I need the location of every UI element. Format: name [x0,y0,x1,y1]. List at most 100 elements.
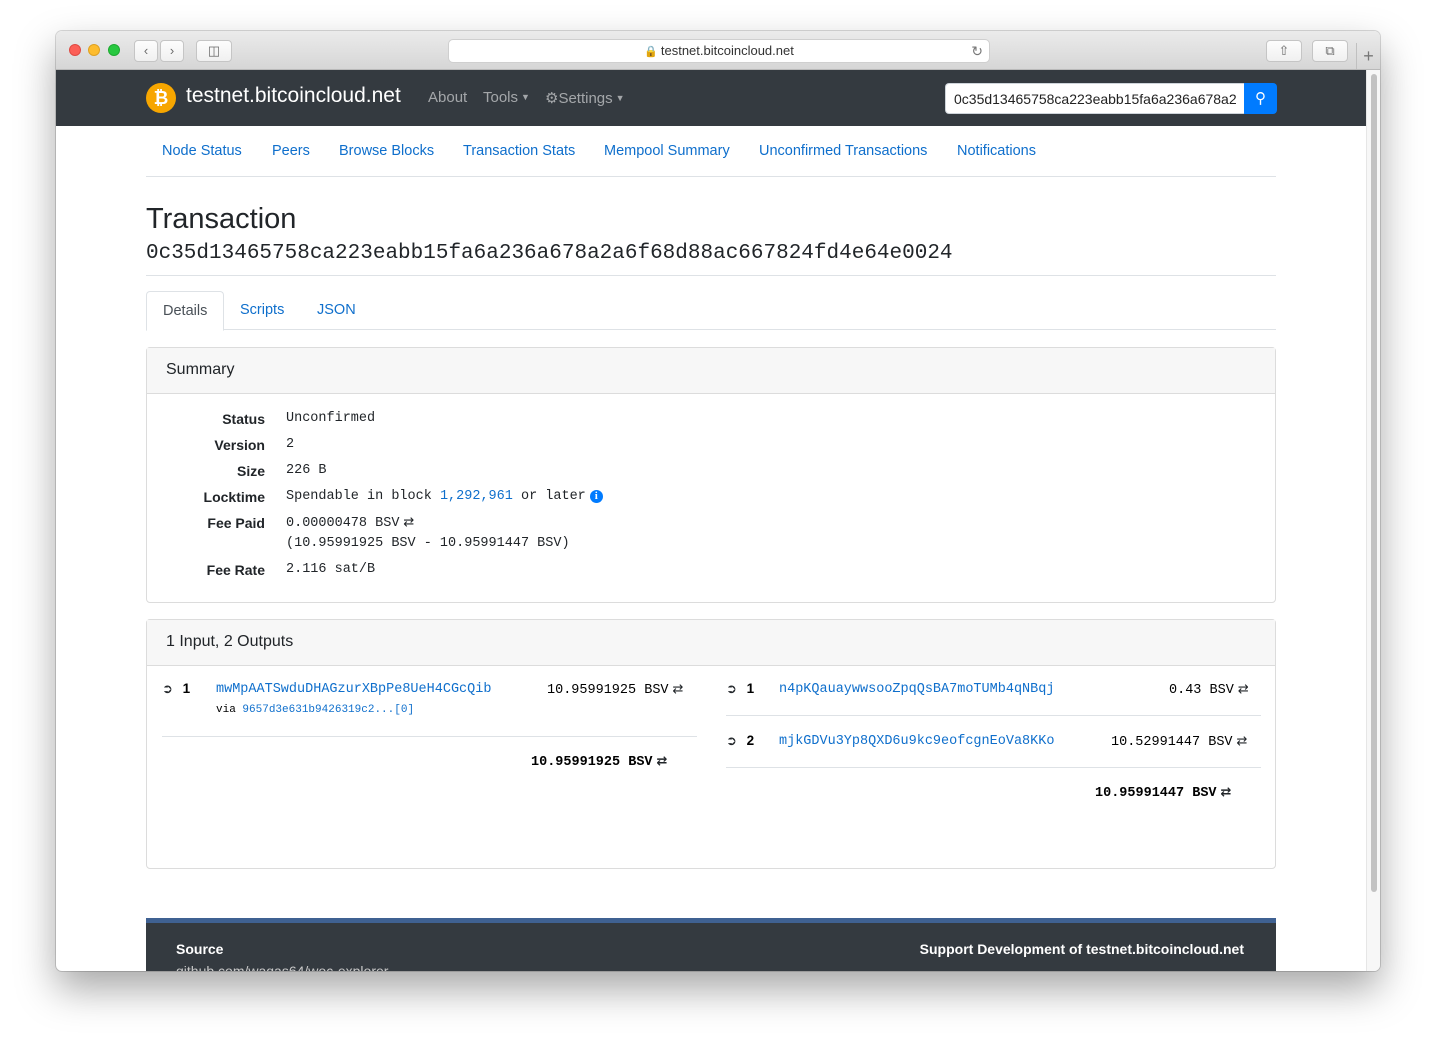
info-icon[interactable]: i [589,490,603,503]
sidebar-icon: ◫ [207,43,221,58]
tab-scripts[interactable]: Scripts [224,291,300,330]
version-value: 2 [286,437,295,452]
locktime-prefix: Spendable in block [286,489,432,504]
nav-mempool-summary[interactable]: Mempool Summary [604,143,730,159]
page-title: Transaction [146,203,297,235]
tabs-overview-button[interactable]: ⧉ [1312,40,1348,62]
nav-settings-label: Settings [558,90,613,107]
fee-paid-label: Fee Paid [207,515,265,531]
nav-node-status[interactable]: Node Status [162,143,242,159]
search-button[interactable]: ⚲ [1244,83,1277,114]
source-label: Source [176,941,224,957]
fee-detail-row: (10.95991925 BSV - 10.95991447 BSV) [147,536,1275,556]
nav-tools-label: Tools [483,89,519,106]
input-total: 10.95991925 BSV ⇄ [531,754,667,774]
new-tab-button[interactable]: + [1356,43,1380,69]
io-header: 1 Input, 2 Outputs [147,620,1275,666]
output-address-link[interactable]: mjkGDVu3Yp8QXD6u9kc9eofcgnEoVa8KKo [779,734,1054,754]
output-row-1: ➲ 1 [726,681,754,701]
size-value: 226 B [286,463,327,478]
address-bar[interactable]: 🔒 testnet.bitcoincloud.net ↻ [448,39,990,63]
detail-tabs: Details Scripts JSON [146,291,1276,331]
output-total-value: 10.95991447 BSV [1095,786,1217,801]
chevron-right-icon: › [169,43,175,58]
exchange-icon[interactable]: ⇄ [403,515,414,530]
nav-browse-blocks[interactable]: Browse Blocks [339,143,434,159]
nav-tools[interactable]: Tools ▼ [483,89,530,106]
search-input[interactable] [945,83,1245,114]
locktime-row: Locktime Spendable in block 1,292,961 or… [147,489,1275,509]
divider [146,275,1276,276]
locktime-label: Locktime [203,489,265,505]
nav-unconfirmed-transactions[interactable]: Unconfirmed Transactions [759,143,927,159]
browser-window: ‹ › ◫ 🔒 testnet.bitcoincloud.net ↻ ⇧ ⧉ + … [56,31,1380,971]
gear-icon: ⚙ [545,90,559,107]
locktime-suffix: or later [520,489,586,504]
chevron-left-icon: ‹ [143,43,149,58]
fee-paid-row: Fee Paid 0.00000478 BSV ⇄ [147,515,1275,535]
brand-name[interactable]: testnet.bitcoincloud.net [186,84,401,108]
inputs-outputs-card: 1 Input, 2 Outputs ➲ 1 mwMpAATSwduDHAGzu… [146,619,1276,869]
version-row: Version 2 [147,437,1275,457]
page-footer: Source github.com/waqas64/woc-explorer S… [146,918,1276,971]
status-label: Status [222,411,265,427]
fee-paid-value: 0.00000478 BSV ⇄ [286,515,414,531]
exchange-icon[interactable]: ⇄ [1238,682,1249,697]
scrollbar-thumb[interactable] [1371,74,1377,892]
nav-settings[interactable]: ⚙Settings ▼ [545,89,625,107]
input-amount: 10.95991925 BSV ⇄ [547,682,683,702]
output-total: 10.95991447 BSV ⇄ [1095,785,1231,805]
version-label: Version [214,437,265,453]
nav-about[interactable]: About [428,89,467,106]
reload-icon[interactable]: ↻ [971,40,983,62]
size-label: Size [236,463,265,479]
output-row-2: ➲ 2 [726,733,754,753]
divider [162,736,697,737]
caret-down-icon: ▼ [521,92,530,102]
support-label: Support Development of testnet.bitcoincl… [919,941,1244,957]
fee-paid-amount: 0.00000478 BSV [286,516,400,531]
fee-paid-detail: (10.95991925 BSV - 10.95991447 BSV) [286,536,570,551]
exchange-icon[interactable]: ⇄ [1237,734,1248,749]
page-scrollbar[interactable] [1366,70,1380,971]
bitcoin-logo-icon[interactable]: ₿ [146,83,176,113]
input-row-1: ➲ 1 [162,681,190,701]
input-address-link[interactable]: mwMpAATSwduDHAGzurXBpPe8UeH4CGcQib [216,682,491,702]
input-via: via 9657d3e631b9426319c2...[0] [216,704,414,724]
output-amount: 0.43 BSV ⇄ [1169,682,1249,702]
share-button[interactable]: ⇧ [1266,40,1302,62]
output-amount-value: 10.52991447 BSV [1111,735,1233,750]
summary-header: Summary [147,348,1275,394]
minimize-window-button[interactable] [88,44,100,56]
via-label: via [216,704,236,716]
nav-transaction-stats[interactable]: Transaction Stats [463,143,575,159]
tabs-icon: ⧉ [1325,43,1335,58]
sign-in-icon: ➲ [162,682,173,697]
tab-details[interactable]: Details [146,291,225,331]
forward-button[interactable]: › [160,40,184,62]
input-via-link[interactable]: 9657d3e631b9426319c2...[0] [242,704,414,716]
output-address-link[interactable]: n4pKQauaywwsooZpqQsBA7moTUMb4qNBqj [779,682,1054,702]
back-button[interactable]: ‹ [134,40,158,62]
exchange-icon[interactable]: ⇄ [1221,785,1232,800]
nav-peers[interactable]: Peers [272,143,310,159]
exchange-icon[interactable]: ⇄ [657,754,668,769]
exchange-icon[interactable]: ⇄ [673,682,684,697]
address-text: testnet.bitcoincloud.net [660,43,794,58]
tab-json[interactable]: JSON [301,291,372,330]
output-index: 1 [746,681,755,696]
output-index: 2 [746,733,755,748]
summary-card: Summary Status Unconfirmed Version 2 Siz… [146,347,1276,603]
zoom-window-button[interactable] [108,44,120,56]
close-window-button[interactable] [69,44,81,56]
sidebar-toggle-button[interactable]: ◫ [196,40,232,62]
status-value: Unconfirmed [286,411,376,426]
status-row: Status Unconfirmed [147,411,1275,431]
web-page: ₿ testnet.bitcoincloud.net About Tools ▼ … [56,70,1366,971]
locktime-block-link[interactable]: 1,292,961 [440,489,513,504]
source-link[interactable]: github.com/waqas64/woc-explorer [176,963,388,971]
output-amount: 10.52991447 BSV ⇄ [1111,734,1247,754]
size-row: Size 226 B [147,463,1275,483]
nav-notifications[interactable]: Notifications [957,143,1036,159]
sign-in-icon: ➲ [726,682,737,697]
